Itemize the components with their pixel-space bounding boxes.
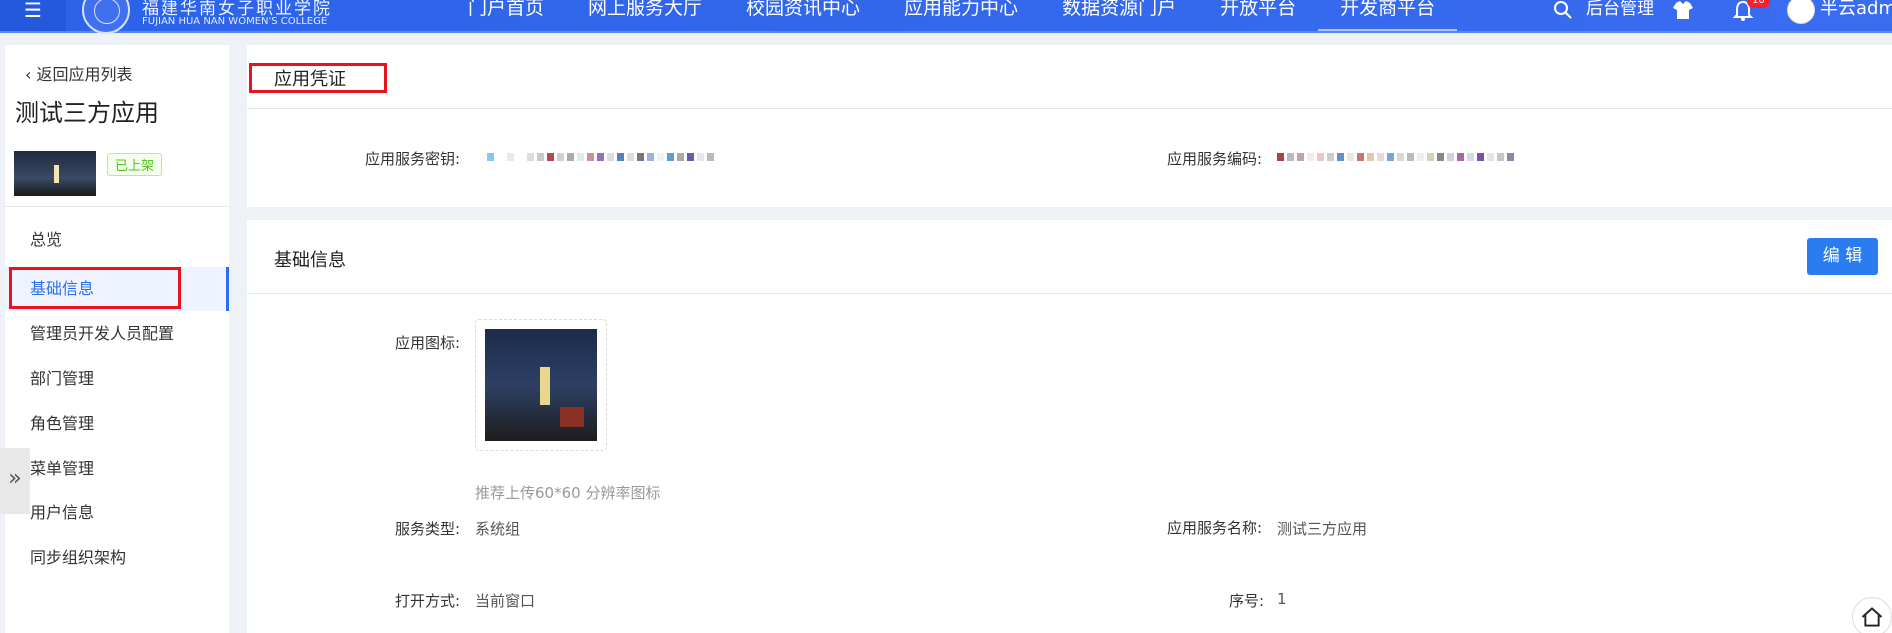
service-type-value: 系统组 [475,520,521,538]
search-icon[interactable] [1552,0,1574,20]
sidebar-item-roles[interactable]: 角色管理 [5,402,229,446]
nav-open-platform[interactable]: 开放平台 [1198,0,1318,31]
open-mode-value: 当前窗口 [475,592,536,610]
avatar[interactable] [1787,0,1815,24]
college-logo[interactable] [82,0,130,34]
app-thumbnail [14,151,96,196]
service-code-masked [1277,150,1514,164]
nav-service-hall[interactable]: 网上服务大厅 [566,0,724,31]
main-nav: 门户首页 网上服务大厅 校园资讯中心 应用能力中心 数据资源门户 开放平台 开发… [446,0,1458,31]
home-icon[interactable] [1852,597,1892,633]
app-icon-upload[interactable] [475,319,607,451]
notification-badge: 10 [1747,0,1770,8]
basic-info-title: 基础信息 [274,250,346,271]
nav-app-center[interactable]: 应用能力中心 [882,0,1040,31]
menu-icon[interactable]: ☰ [0,0,66,31]
card-divider [247,108,1892,109]
nav-campus-news[interactable]: 校园资讯中心 [724,0,882,31]
skin-icon[interactable] [1672,0,1694,20]
app-sidebar: ‹ 返回应用列表 测试三方应用 已上架 总览 基础信息 管理员开发人员配置 部门… [5,45,229,633]
app-icon-image [485,329,597,441]
college-name-en: FUJIAN HUA NAN WOMEN'S COLLEGE [142,16,328,27]
highlight-box [249,63,387,93]
sidebar-item-users[interactable]: 用户信息 [5,491,229,535]
service-name-label: 应用服务名称: [1167,519,1263,537]
service-code-label: 应用服务编码: [1167,150,1263,168]
app-icon-label: 应用图标: [395,334,461,352]
admin-link[interactable]: 后台管理 [1586,0,1654,18]
top-navigation-bar: ☰ 福建华南女子职业学院 FUJIAN HUA NAN WOMEN'S COLL… [0,0,1892,34]
icon-hint: 推荐上传60*60 分辨率图标 [475,484,661,502]
edit-button[interactable]: 编 辑 [1807,238,1878,275]
basic-info-card: 基础信息 编 辑 应用图标: 推荐上传60*60 分辨率图标 服务类型: 系统组… [247,220,1892,633]
nav-developer-platform[interactable]: 开发商平台 [1318,0,1458,31]
secret-value-masked [477,150,714,164]
sidebar-item-department[interactable]: 部门管理 [5,357,229,401]
nav-data-portal[interactable]: 数据资源门户 [1040,0,1198,31]
card-divider [247,293,1892,294]
secret-label: 应用服务密钥: [365,150,461,168]
app-name: 测试三方应用 [15,99,159,127]
sidebar-item-sync-org[interactable]: 同步组织架构 [5,536,229,580]
sidebar-item-admin-dev-config[interactable]: 管理员开发人员配置 [5,312,229,356]
back-to-app-list[interactable]: ‹ 返回应用列表 [25,61,133,85]
chevron-left-icon: ‹ [25,65,37,84]
open-mode-label: 打开方式: [395,592,461,610]
order-label: 序号: [1229,592,1265,610]
credentials-card: 应用凭证 应用服务密钥: 应用服务编码: [247,45,1892,207]
order-value: 1 [1277,590,1287,608]
expand-sidebar-icon[interactable]: » [0,448,30,514]
sidebar-item-menus[interactable]: 菜单管理 [5,447,229,491]
status-badge: 已上架 [107,153,163,176]
sidebar-item-overview[interactable]: 总览 [5,218,229,262]
username[interactable]: 半云admi [1820,0,1892,18]
highlight-box [9,267,181,309]
nav-portal-home[interactable]: 门户首页 [446,0,566,31]
sidebar-divider [5,206,229,207]
service-name-value: 测试三方应用 [1277,520,1368,538]
service-type-label: 服务类型: [395,520,461,538]
